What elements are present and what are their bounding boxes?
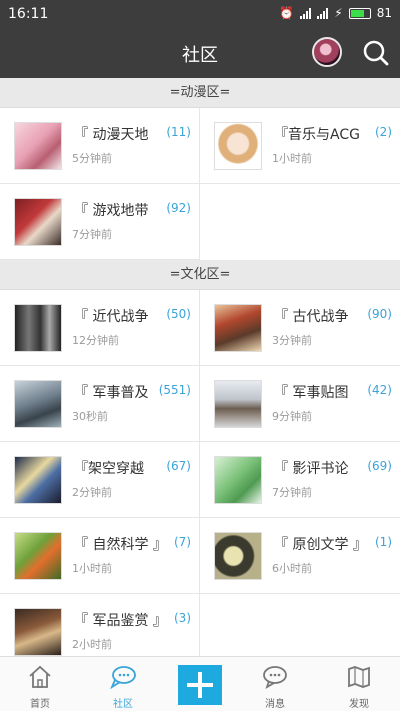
- post-count: (551): [158, 383, 191, 397]
- post-count: (42): [367, 383, 392, 397]
- forum-name: 『 军事普及: [74, 385, 149, 401]
- forum-name: 『 自然科学 』: [74, 537, 167, 553]
- forum-name: 『 影评书论: [274, 461, 349, 477]
- tab-discover[interactable]: 发现: [319, 657, 399, 711]
- forum-thumbnail: [14, 380, 62, 428]
- battery-icon: [348, 7, 371, 19]
- signal-icon: [300, 7, 312, 19]
- forum-card[interactable]: 『 近代战争 (50) 12分钟前: [0, 290, 200, 366]
- status-icons: ⏰ ⚡ 81: [279, 6, 392, 20]
- last-update-time: 30秒前: [72, 410, 108, 423]
- community-chat-icon: [110, 666, 136, 690]
- tab-home-label: 首页: [30, 699, 50, 710]
- forum-name: 『 古代战争: [274, 309, 349, 325]
- tab-discover-label: 发现: [349, 699, 369, 710]
- signal-2-icon: [317, 7, 329, 19]
- forum-card[interactable]: 『 游戏地带 (92) 7分钟前: [0, 184, 200, 260]
- forum-thumbnail: [214, 380, 262, 428]
- section-header: =动漫区=: [0, 78, 400, 108]
- forum-thumbnail: [14, 304, 62, 352]
- section-header: =文化区=: [0, 260, 400, 290]
- top-bar: 社区: [0, 28, 400, 78]
- forum-list[interactable]: =动漫区= 『 动漫天地 (11) 5分钟前 『音乐与ACG (2) 1小时前『 游戏地带(…: [0, 78, 400, 656]
- last-update-time: 1小时前: [272, 152, 312, 165]
- forum-thumbnail: [14, 608, 62, 656]
- last-update-time: 5分钟前: [72, 152, 112, 165]
- forum-card[interactable]: 『 原创文学 』 (1) 6小时前: [200, 518, 400, 594]
- status-time: 16:11: [8, 6, 49, 22]
- post-count: (7): [174, 535, 191, 549]
- discover-map-icon: [348, 666, 370, 688]
- forum-card[interactable]: 『 自然科学 』 (7) 1小时前: [0, 518, 200, 594]
- forum-grid: 『 近代战争 (50) 12分钟前 『 古代战争 (90) 3分钟前『 军事普及 (551)…: [0, 290, 400, 656]
- forum-thumbnail: [14, 198, 62, 246]
- last-update-time: 7分钟前: [72, 228, 112, 241]
- forum-card[interactable]: 『 古代战争 (90) 3分钟前: [200, 290, 400, 366]
- battery-level: 81: [376, 6, 392, 20]
- home-icon: [29, 665, 51, 688]
- add-post-button[interactable]: [178, 665, 222, 705]
- forum-name: 『 军事贴图: [274, 385, 349, 401]
- last-update-time: 3分钟前: [272, 334, 312, 347]
- search-icon[interactable]: [362, 39, 390, 67]
- status-bar: 16:11 ⏰ ⚡ 81: [0, 0, 400, 28]
- post-count: (92): [166, 201, 191, 215]
- forum-card[interactable]: 『 影评书论 (69) 7分钟前: [200, 442, 400, 518]
- forum-name: 『 动漫天地: [74, 127, 149, 143]
- bottom-tab-bar: 首页 社区 消息 发现: [0, 656, 400, 711]
- forum-card[interactable]: 『架空穿越 (67) 2分钟前: [0, 442, 200, 518]
- post-count: (3): [174, 611, 191, 625]
- post-count: (90): [367, 307, 392, 321]
- post-count: (67): [166, 459, 191, 473]
- forum-name: 『 原创文学 』: [274, 537, 367, 553]
- forum-name: 『音乐与ACG: [274, 127, 360, 143]
- forum-card[interactable]: 『 军事普及 (551) 30秒前: [0, 366, 200, 442]
- post-count: (1): [375, 535, 392, 549]
- forum-name: 『 游戏地带: [74, 203, 149, 219]
- tab-messages[interactable]: 消息: [235, 657, 315, 711]
- tab-community-label: 社区: [113, 699, 133, 710]
- forum-name: 『 军品鉴赏 』: [74, 613, 167, 629]
- forum-thumbnail: [14, 456, 62, 504]
- last-update-time: 9分钟前: [272, 410, 312, 423]
- forum-thumbnail: [14, 532, 62, 580]
- forum-card[interactable]: 『音乐与ACG (2) 1小时前: [200, 108, 400, 184]
- post-count: (11): [166, 125, 191, 139]
- post-count: (2): [375, 125, 392, 139]
- post-count: (69): [367, 459, 392, 473]
- forum-thumbnail: [214, 304, 262, 352]
- forum-card[interactable]: 『 动漫天地 (11) 5分钟前: [0, 108, 200, 184]
- last-update-time: 2小时前: [72, 638, 112, 651]
- alarm-icon: ⏰: [279, 6, 295, 20]
- forum-name: 『架空穿越: [74, 461, 144, 477]
- last-update-time: 7分钟前: [272, 486, 312, 499]
- last-update-time: 1小时前: [72, 562, 112, 575]
- tab-community[interactable]: 社区: [83, 657, 163, 711]
- forum-thumbnail: [214, 456, 262, 504]
- forum-name: 『 近代战争: [74, 309, 149, 325]
- forum-thumbnail: [14, 122, 62, 170]
- message-icon: [263, 666, 287, 689]
- last-update-time: 12分钟前: [72, 334, 119, 347]
- last-update-time: 2分钟前: [72, 486, 112, 499]
- tab-home[interactable]: 首页: [0, 657, 80, 711]
- post-count: (50): [166, 307, 191, 321]
- avatar[interactable]: [312, 37, 342, 67]
- forum-thumbnail: [214, 122, 262, 170]
- forum-card[interactable]: 『 军事贴图 (42) 9分钟前: [200, 366, 400, 442]
- tab-messages-label: 消息: [265, 699, 285, 710]
- last-update-time: 6小时前: [272, 562, 312, 575]
- forum-thumbnail: [214, 532, 262, 580]
- forum-card[interactable]: 『 军品鉴赏 』 (3) 2小时前: [0, 594, 200, 656]
- forum-grid: 『 动漫天地 (11) 5分钟前 『音乐与ACG (2) 1小时前『 游戏地带 (92) 7分…: [0, 108, 400, 260]
- charging-icon: ⚡: [334, 6, 343, 20]
